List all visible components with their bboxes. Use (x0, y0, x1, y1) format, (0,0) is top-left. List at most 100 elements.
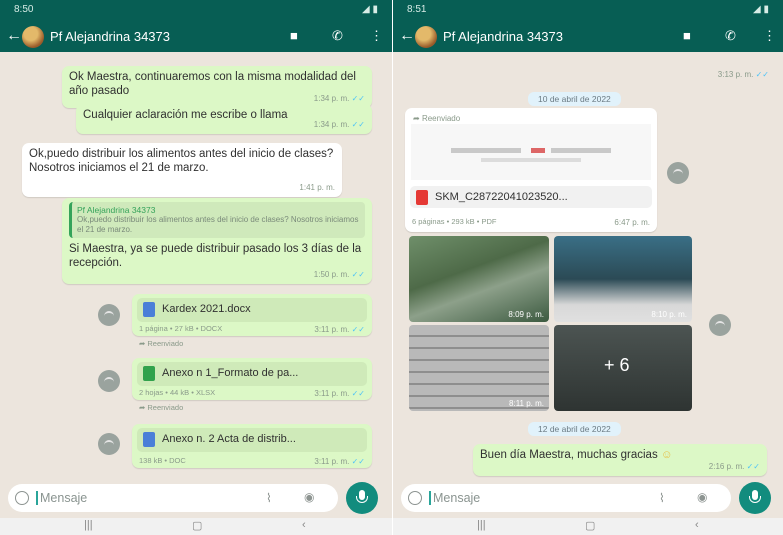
reply-message-bubble[interactable]: Pf Alejandrina 34373 Ok,puedo distribuir… (62, 198, 372, 284)
status-bar: 8:50 ◢ ▮ (0, 0, 392, 20)
voice-call-icon[interactable]: ✆ (332, 28, 343, 44)
status-time: 8:51 (407, 4, 427, 15)
message-text: Buen día Maestra, muchas gracias (480, 449, 658, 461)
signal-battery-icon: ◢ ▮ (753, 4, 769, 15)
photo-time: 8:09 p. m. (508, 310, 544, 319)
mic-button[interactable] (346, 482, 378, 514)
pdf-message[interactable]: ➦ Reenviado SKM_C28722041023520... 6 pág… (405, 108, 657, 232)
message-bubble[interactable]: Ok,puedo distribuir los alimentos antes … (22, 143, 342, 197)
message-time: 1:50 p. m. ✓✓ (313, 270, 365, 279)
document-row[interactable]: Anexo n 1_Formato de pa... (137, 362, 367, 386)
pdf-file-icon (416, 190, 428, 205)
message-bubble[interactable]: Cualquier aclaración me escribe o llama … (76, 104, 372, 134)
forward-share-icon[interactable] (98, 370, 120, 392)
read-check-icon: ✓✓ (351, 94, 365, 103)
chat-area: 3:13 p. m. ✓✓ 10 de abril de 2022 ➦ Reen… (393, 52, 783, 480)
read-check-icon: ✓✓ (351, 389, 365, 398)
document-message[interactable]: Anexo n 1_Formato de pa... 2 hojas • 44 … (132, 358, 372, 412)
emoji-icon[interactable] (408, 491, 422, 505)
left-phone-screen: 8:50 ◢ ▮ ← Pf Alejandrina 34373 ■ ✆ ⋮ Ok… (0, 0, 392, 535)
document-row[interactable]: Anexo n. 2 Acta de distrib... (137, 428, 367, 452)
message-text: Ok,puedo distribuir los alimentos antes … (29, 148, 334, 174)
signal-battery-icon: ◢ ▮ (362, 4, 378, 15)
system-nav-bar: ||| ▢ ‹ (0, 518, 392, 535)
quoted-text: Ok,puedo distribuir los alimentos antes … (77, 215, 359, 234)
pdf-preview-bar (481, 158, 581, 162)
photo-thumbnail[interactable]: 8:10 p. m. (554, 236, 692, 322)
message-time: 2:16 p. m. ✓✓ (708, 462, 760, 471)
message-text: Si Maestra, ya se puede distribuir pasad… (69, 243, 362, 269)
file-meta: 2 hojas • 44 kB • XLSX (139, 388, 216, 397)
forwarded-label: ➦ Reenviado (139, 403, 184, 412)
attach-icon[interactable]: ⌇ (266, 491, 272, 505)
document-row[interactable]: Kardex 2021.docx (137, 298, 367, 322)
nav-back-icon[interactable]: ‹ (695, 519, 699, 531)
docx-file-icon (143, 302, 155, 317)
message-bubble[interactable]: Buen día Maestra, muchas gracias ☺ 2:16 … (473, 444, 767, 476)
nav-back-icon[interactable]: ‹ (302, 519, 306, 531)
message-time: 3:13 p. m. ✓✓ (717, 70, 769, 79)
file-meta: 6 páginas • 293 kB • PDF (412, 217, 497, 226)
avatar[interactable] (22, 26, 44, 48)
read-check-icon: ✓✓ (755, 70, 769, 79)
quoted-sender: Pf Alejandrina 34373 (77, 205, 156, 215)
contact-name[interactable]: Pf Alejandrina 34373 (50, 29, 170, 44)
mic-button[interactable] (739, 482, 771, 514)
date-separator: 12 de abril de 2022 (528, 422, 621, 436)
forward-share-icon[interactable] (709, 314, 731, 336)
photo-thumbnail[interactable]: 8:09 p. m. (409, 236, 549, 322)
system-nav-bar: ||| ▢ ‹ (393, 518, 783, 535)
camera-icon[interactable]: ◉ (697, 490, 707, 504)
document-message[interactable]: Kardex 2021.docx 1 página • 27 kB • DOCX… (132, 294, 372, 348)
message-bubble[interactable]: Ok Maestra, continuaremos con la misma m… (62, 66, 372, 108)
more-options-icon[interactable]: ⋮ (370, 28, 383, 44)
home-icon[interactable]: ▢ (192, 519, 202, 532)
avatar[interactable] (415, 26, 437, 48)
message-input-bar: Mensaje ⌇ ◉ (393, 480, 783, 518)
quoted-message[interactable]: Pf Alejandrina 34373 Ok,puedo distribuir… (69, 202, 365, 238)
chat-area: Ok Maestra, continuaremos con la misma m… (0, 52, 392, 480)
message-time: 6:47 p. m. (614, 218, 650, 227)
file-name: SKM_C28722041023520... (435, 191, 568, 203)
file-meta: 1 página • 27 kB • DOCX (139, 324, 223, 333)
message-input[interactable]: Mensaje ⌇ ◉ (8, 484, 338, 512)
message-placeholder[interactable]: Mensaje (429, 491, 480, 505)
document-row[interactable]: SKM_C28722041023520... (410, 186, 652, 208)
read-check-icon: ✓✓ (351, 325, 365, 334)
forward-share-icon[interactable] (98, 433, 120, 455)
pdf-preview-bar (551, 148, 611, 153)
back-arrow-icon[interactable]: ← (6, 27, 22, 45)
read-check-icon: ✓✓ (351, 270, 365, 279)
message-input[interactable]: Mensaje ⌇ ◉ (401, 484, 731, 512)
video-call-icon[interactable]: ■ (290, 28, 298, 43)
forward-share-icon[interactable] (667, 162, 689, 184)
emoji-icon[interactable] (15, 491, 29, 505)
camera-icon[interactable]: ◉ (304, 490, 314, 504)
message-time: 3:11 p. m. ✓✓ (314, 389, 365, 398)
status-time: 8:50 (14, 4, 34, 15)
back-arrow-icon[interactable]: ← (399, 27, 415, 45)
message-placeholder[interactable]: Mensaje (36, 491, 87, 505)
message-input-bar: Mensaje ⌇ ◉ (0, 480, 392, 518)
recent-apps-icon[interactable]: ||| (84, 519, 93, 531)
recent-apps-icon[interactable]: ||| (477, 519, 486, 531)
document-message[interactable]: Anexo n. 2 Acta de distrib... 138 kB • D… (132, 424, 372, 468)
pdf-preview[interactable] (411, 124, 651, 180)
video-call-icon[interactable]: ■ (683, 28, 691, 43)
photo-thumbnail[interactable]: + 6 (554, 325, 692, 411)
contact-name[interactable]: Pf Alejandrina 34373 (443, 29, 563, 44)
photo-thumbnail[interactable]: 8:11 p. m. (409, 325, 549, 411)
xlsx-file-icon (143, 366, 155, 381)
voice-call-icon[interactable]: ✆ (725, 28, 736, 44)
doc-file-icon (143, 432, 155, 447)
file-name: Anexo n. 2 Acta de distrib... (162, 433, 296, 445)
message-time: 1:41 p. m. (299, 183, 335, 192)
forward-share-icon[interactable] (98, 304, 120, 326)
more-photos-count: + 6 (604, 355, 630, 375)
home-icon[interactable]: ▢ (585, 519, 595, 532)
more-options-icon[interactable]: ⋮ (763, 28, 776, 44)
right-phone-screen: 8:51 ◢ ▮ ← Pf Alejandrina 34373 ■ ✆ ⋮ 3:… (393, 0, 783, 535)
chat-header: ← Pf Alejandrina 34373 ■ ✆ ⋮ (393, 20, 783, 52)
attach-icon[interactable]: ⌇ (659, 491, 665, 505)
message-time: 3:11 p. m. ✓✓ (314, 325, 365, 334)
